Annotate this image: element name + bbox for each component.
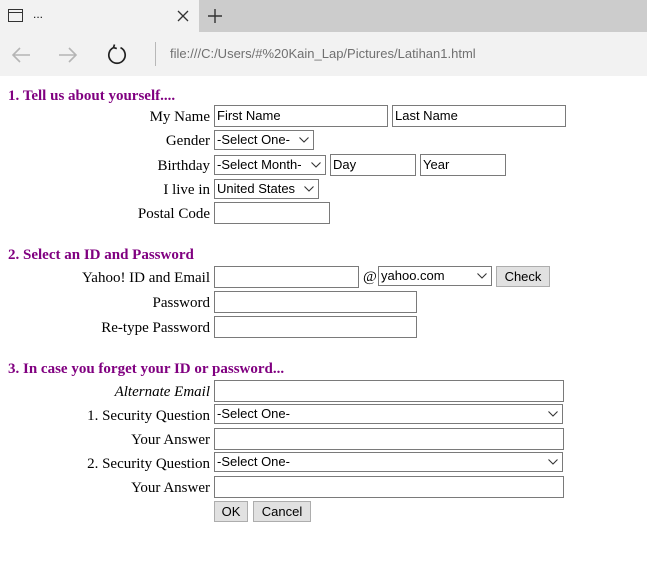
postal-code-label: Postal Code: [137, 206, 210, 222]
ok-button[interactable]: OK: [214, 501, 248, 522]
birthday-day-input[interactable]: Day: [330, 154, 416, 176]
tab-bar: ...: [0, 0, 647, 32]
first-name-input[interactable]: First Name: [214, 105, 388, 127]
chevron-down-icon: [477, 273, 487, 279]
security-question-1-select[interactable]: -Select One-: [214, 404, 563, 424]
check-button[interactable]: Check: [496, 266, 550, 287]
birthday-year-input[interactable]: Year: [420, 154, 506, 176]
section-heading-id-password: 2. Select an ID and Password: [8, 247, 194, 263]
domain-select[interactable]: yahoo.com: [378, 266, 492, 286]
gender-select[interactable]: -Select One-: [214, 130, 314, 150]
birthday-month-selected-value: -Select Month-: [217, 157, 302, 172]
new-tab-icon[interactable]: [205, 6, 225, 26]
browser-tab[interactable]: ...: [0, 0, 199, 32]
answer-2-input[interactable]: [214, 476, 564, 498]
address-bar[interactable]: file:///C:/Users/#%20Kain_Lap/Pictures/L…: [170, 46, 476, 61]
section-heading-recovery: 3. In case you forget your ID or passwor…: [8, 361, 285, 377]
alternate-email-label: Alternate Email: [114, 384, 210, 400]
refresh-icon[interactable]: [105, 43, 129, 67]
gender-label: Gender: [165, 133, 210, 149]
gender-selected-value: -Select One-: [217, 132, 290, 147]
security-question-2-label: 2. Security Question: [87, 456, 210, 472]
live-in-label: I live in: [163, 182, 210, 198]
forward-arrow-icon[interactable]: [56, 43, 80, 67]
address-separator: [155, 42, 156, 66]
retype-password-label: Re-type Password: [101, 320, 210, 336]
chevron-down-icon: [548, 459, 558, 465]
country-selected-value: United States: [217, 181, 296, 196]
country-select[interactable]: United States: [214, 179, 319, 199]
close-tab-icon[interactable]: [175, 8, 191, 24]
security-question-1-selected-value: -Select One-: [217, 406, 290, 421]
birthday-label: Birthday: [157, 158, 211, 174]
answer-1-label: Your Answer: [131, 432, 210, 448]
security-question-1-label: 1. Security Question: [87, 408, 210, 424]
birthday-month-select[interactable]: -Select Month-: [214, 155, 326, 175]
security-question-2-select[interactable]: -Select One-: [214, 452, 563, 472]
last-name-input[interactable]: Last Name: [392, 105, 566, 127]
password-label: Password: [152, 295, 210, 311]
tab-title: ...: [33, 7, 44, 21]
yahoo-id-label: Yahoo! ID and Email: [81, 270, 210, 286]
security-question-2-selected-value: -Select One-: [217, 454, 290, 469]
answer-1-input[interactable]: [214, 428, 564, 450]
yahoo-id-input[interactable]: [214, 266, 359, 288]
answer-2-label: Your Answer: [131, 480, 210, 496]
chevron-down-icon: [548, 411, 558, 417]
my-name-label: My Name: [149, 109, 210, 125]
password-input[interactable]: [214, 291, 417, 313]
page-icon: [8, 9, 23, 22]
chevron-down-icon: [311, 162, 321, 168]
postal-code-input[interactable]: [214, 202, 330, 224]
domain-selected-value: yahoo.com: [381, 268, 445, 283]
alternate-email-input[interactable]: [214, 380, 564, 402]
chevron-down-icon: [304, 186, 314, 192]
back-arrow-icon[interactable]: [9, 43, 33, 67]
retype-password-input[interactable]: [214, 316, 417, 338]
chevron-down-icon: [299, 137, 309, 143]
at-sign: @: [363, 269, 377, 285]
section-heading-about-yourself: 1. Tell us about yourself....: [8, 88, 176, 104]
cancel-button[interactable]: Cancel: [253, 501, 311, 522]
